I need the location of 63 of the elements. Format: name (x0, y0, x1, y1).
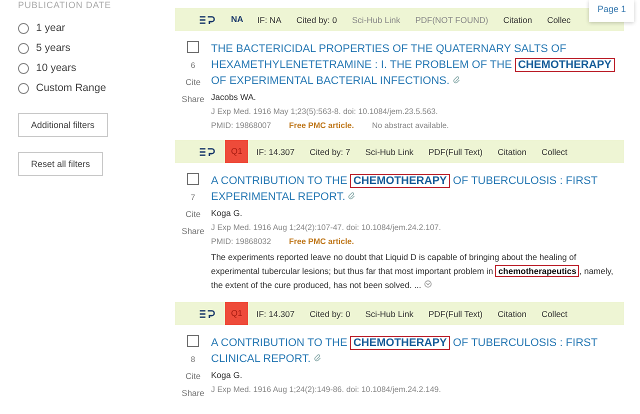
checkbox[interactable] (187, 335, 199, 347)
toolbar-link[interactable]: Cited by: 0 (310, 308, 350, 318)
quartile-badge: Q1 (225, 302, 248, 325)
toolbar-link[interactable]: IF: 14.307 (256, 146, 295, 156)
pmid: PMID: 19868032 (211, 237, 272, 246)
ep-logo-icon (199, 308, 215, 318)
radio-label[interactable]: 5 years (36, 42, 70, 54)
pmid: PMID: 19868007 (211, 121, 272, 130)
filter-button[interactable]: Reset all filters (18, 152, 104, 176)
radio-button[interactable] (18, 42, 29, 54)
article-title[interactable]: A CONTRIBUTION TO THE CHEMOTHERAPY OF TUBERCULOSIS : FIRST CLINICAL REPORT. (211, 335, 624, 367)
attachment-icon (348, 192, 356, 200)
abstract-note: No abstract available. (372, 121, 449, 130)
filter-button[interactable]: Additional filters (18, 113, 108, 137)
toolbar-link[interactable]: Collect (541, 146, 568, 156)
toolbar-link[interactable]: IF: NA (257, 14, 282, 24)
authors: Koga G. (211, 370, 244, 380)
radio-button[interactable] (18, 82, 29, 94)
action-link[interactable]: Cite (185, 77, 201, 87)
authors: Jacobs WA. (211, 92, 258, 102)
attachment-icon (452, 76, 461, 84)
toolbar-link[interactable]: IF: 14.307 (256, 308, 295, 318)
action-link[interactable]: Share (182, 94, 204, 104)
attachment-icon (314, 354, 322, 362)
toolbar-link[interactable]: PDF(Full Text) (428, 308, 483, 318)
toolbar-link[interactable]: Sci-Hub Link (365, 308, 414, 318)
journal-citation: J Exp Med. 1916 May 1;23(5):563-8. doi: 10.1084/jem.23.5.563. (211, 107, 439, 116)
checkbox[interactable] (187, 41, 199, 53)
toolbar-link[interactable]: PDF(Full Text) (428, 146, 483, 156)
abstract-snippet: The experiments reported leave no doubt that Liquid D is capable of bringing about the healing of experimental tubercular lesions; but thus far that most important problem in chemotherapeutics , namely, the extent of the cure produced, has not been solved. ... (211, 251, 614, 292)
action-link[interactable]: Share (182, 226, 204, 236)
article-title[interactable]: THE BACTERICIDAL PROPERTIES OF THE QUATERNARY SALTS OF HEXAMETHYLENETETRAMINE : I. THE PROBLEM OF THE CHEMOTHERAPY OF EXPERIMENTAL BACTERIAL INFECTIONS. (211, 41, 624, 89)
article-title[interactable]: A CONTRIBUTION TO THE CHEMOTHERAPY OF TUBERCULOSIS : FIRST EXPERIMENTAL REPORT. (211, 173, 624, 205)
toolbar-link[interactable]: Sci-Hub Link (365, 146, 414, 156)
toolbar-link[interactable]: Collec (547, 14, 571, 24)
action-link[interactable]: Cite (185, 209, 201, 219)
quartile-badge: Q1 (225, 140, 248, 163)
toolbar-link[interactable]: Citation (498, 308, 526, 318)
quartile-label: NA (230, 13, 244, 26)
radio-label[interactable]: 10 years (36, 62, 76, 74)
radio-button[interactable] (18, 22, 29, 34)
radio-label[interactable]: Custom Range (36, 82, 106, 94)
ep-logo-icon (199, 14, 215, 24)
toolbar-link[interactable]: Citation (498, 146, 526, 156)
journal-citation: J Exp Med. 1916 Aug 1;24(2):149-86. doi: 10.1084/jem.24.2.149. (211, 385, 442, 394)
toolbar-link[interactable]: Cited by: 0 (296, 14, 338, 24)
result-number: 7 (190, 193, 196, 202)
authors: Koga G. (211, 208, 244, 218)
radio-label[interactable]: 1 year (36, 22, 66, 34)
journal-citation: J Exp Med. 1916 Aug 1;24(2):107-47. doi: 10.1084/jem.24.2.107. (211, 223, 442, 232)
toolbar-link[interactable]: Citation (503, 14, 532, 24)
action-link[interactable]: Share (182, 388, 204, 398)
radio-button[interactable] (18, 62, 29, 74)
checkbox[interactable] (187, 173, 199, 185)
page-label: Page 1 (589, 0, 634, 22)
action-link[interactable]: Cite (185, 371, 201, 381)
result-number: 8 (190, 355, 196, 364)
section-title: PUBLICATION DATE (18, 0, 112, 12)
expand-icon[interactable] (424, 280, 432, 288)
ep-logo-icon (199, 146, 215, 156)
toolbar-link[interactable]: Cited by: 7 (310, 146, 350, 156)
toolbar-link[interactable]: Collect (541, 308, 568, 318)
result-number: 6 (190, 61, 196, 70)
